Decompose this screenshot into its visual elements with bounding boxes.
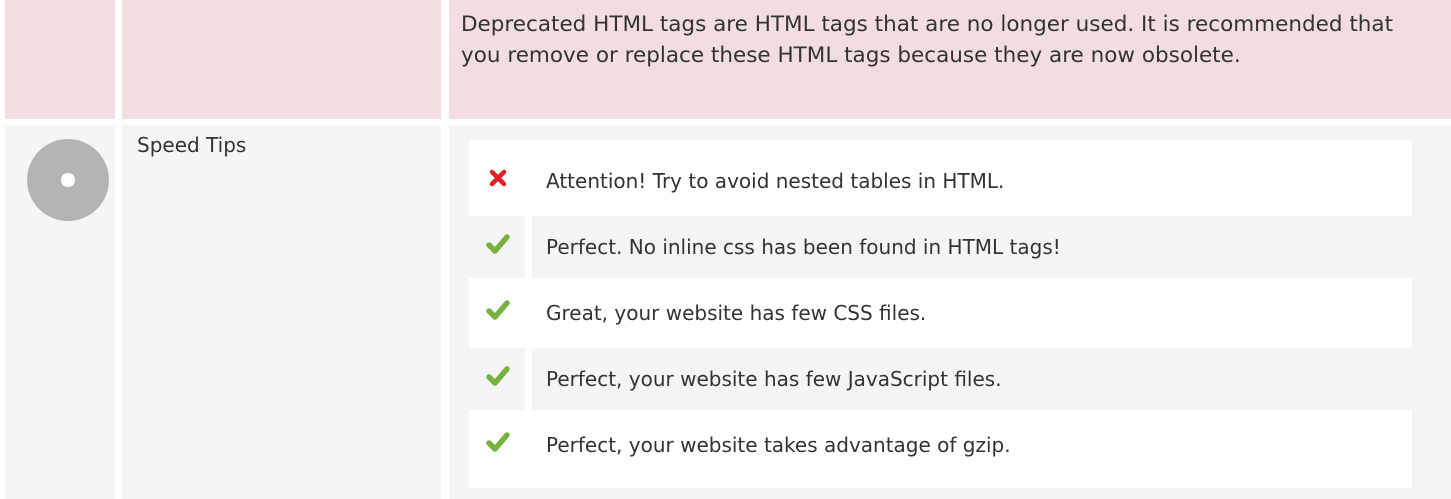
check-icon <box>486 432 510 452</box>
tip-icon-cell <box>469 348 525 410</box>
deprecated-tags-description: Deprecated HTML tags are HTML tags that … <box>461 12 1393 68</box>
tip-text: Perfect, your website takes advantage of… <box>546 433 1011 457</box>
deprecated-title-cell <box>122 0 441 119</box>
neutral-circle-icon <box>27 139 109 221</box>
speed-tips-row: Speed Tips Attention! Try to avoid neste… <box>0 125 1451 499</box>
check-icon <box>486 300 510 320</box>
speed-tips-list: Attention! Try to avoid nested tables in… <box>469 140 1412 488</box>
check-icon <box>486 234 510 254</box>
tip-text: Perfect. No inline css has been found in… <box>546 235 1061 259</box>
circle-center-dot <box>61 173 75 187</box>
tip-text-cell: Attention! Try to avoid nested tables in… <box>532 150 1412 212</box>
tip-text: Attention! Try to avoid nested tables in… <box>546 169 1005 193</box>
check-icon <box>486 366 510 386</box>
speed-tips-title: Speed Tips <box>137 133 247 157</box>
tip-text-cell: Perfect, your website has few JavaScript… <box>532 348 1412 410</box>
list-item: Great, your website has few CSS files. <box>469 282 1412 344</box>
deprecated-status-cell <box>5 0 115 119</box>
speed-tips-status-cell <box>5 125 115 499</box>
list-item: Perfect, your website has few JavaScript… <box>469 348 1412 410</box>
tip-icon-cell <box>469 150 525 212</box>
list-item: Perfect. No inline css has been found in… <box>469 216 1412 278</box>
tip-text: Great, your website has few CSS files. <box>546 301 927 325</box>
deprecated-tags-row: Deprecated HTML tags are HTML tags that … <box>0 0 1451 119</box>
tip-icon-cell <box>469 414 525 476</box>
list-item: Perfect, your website takes advantage of… <box>469 414 1412 476</box>
cross-icon <box>489 169 507 187</box>
tip-icon-cell <box>469 282 525 344</box>
deprecated-description-cell: Deprecated HTML tags are HTML tags that … <box>449 0 1451 119</box>
tip-text-cell: Perfect, your website takes advantage of… <box>532 414 1412 476</box>
tip-icon-cell <box>469 216 525 278</box>
tip-text-cell: Great, your website has few CSS files. <box>532 282 1412 344</box>
tip-text: Perfect, your website has few JavaScript… <box>546 367 1002 391</box>
tip-text-cell: Perfect. No inline css has been found in… <box>532 216 1412 278</box>
speed-tips-content-cell: Attention! Try to avoid nested tables in… <box>449 125 1451 499</box>
list-item: Attention! Try to avoid nested tables in… <box>469 150 1412 212</box>
speed-tips-title-cell: Speed Tips <box>122 125 441 499</box>
